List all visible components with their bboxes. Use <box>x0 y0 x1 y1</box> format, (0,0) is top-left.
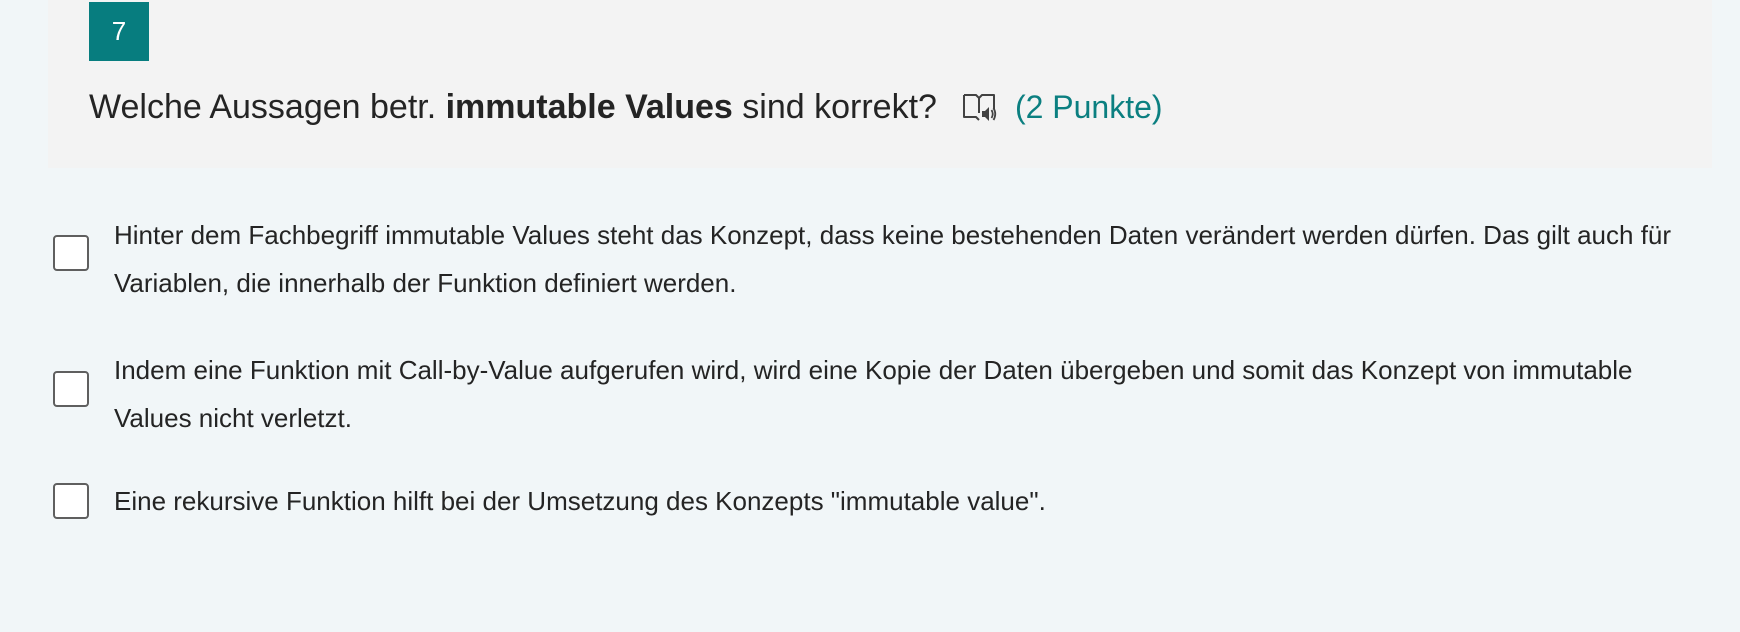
option-3-checkbox[interactable] <box>53 483 89 519</box>
option-2-checkbox[interactable] <box>53 371 89 407</box>
option-2[interactable]: Indem eine Funktion mit Call-by-Value au… <box>53 346 1693 446</box>
question-text-before: Welche Aussagen betr. <box>89 87 446 126</box>
question-text-after: sind korrekt? <box>732 87 937 126</box>
option-2-label[interactable]: Indem eine Funktion mit Call-by-Value au… <box>114 346 1684 442</box>
question-text-bold: immutable Values <box>445 87 733 126</box>
option-1-checkbox[interactable] <box>53 235 89 271</box>
option-3[interactable]: Eine rekursive Funktion hilft bei der Um… <box>53 482 1693 532</box>
question-header: 7 Welche Aussagen betr. immutable Values… <box>48 0 1712 168</box>
option-1-label[interactable]: Hinter dem Fachbegriff immutable Values … <box>114 211 1684 307</box>
option-1[interactable]: Hinter dem Fachbegriff immutable Values … <box>53 211 1693 311</box>
points-label: (2 Punkte) <box>1014 88 1163 125</box>
question-number-badge: 7 <box>89 2 149 61</box>
immersive-reader-icon[interactable] <box>959 87 999 127</box>
question-title: Welche Aussagen betr. immutable Values s… <box>89 82 1163 132</box>
option-3-label[interactable]: Eine rekursive Funktion hilft bei der Um… <box>114 477 1684 525</box>
